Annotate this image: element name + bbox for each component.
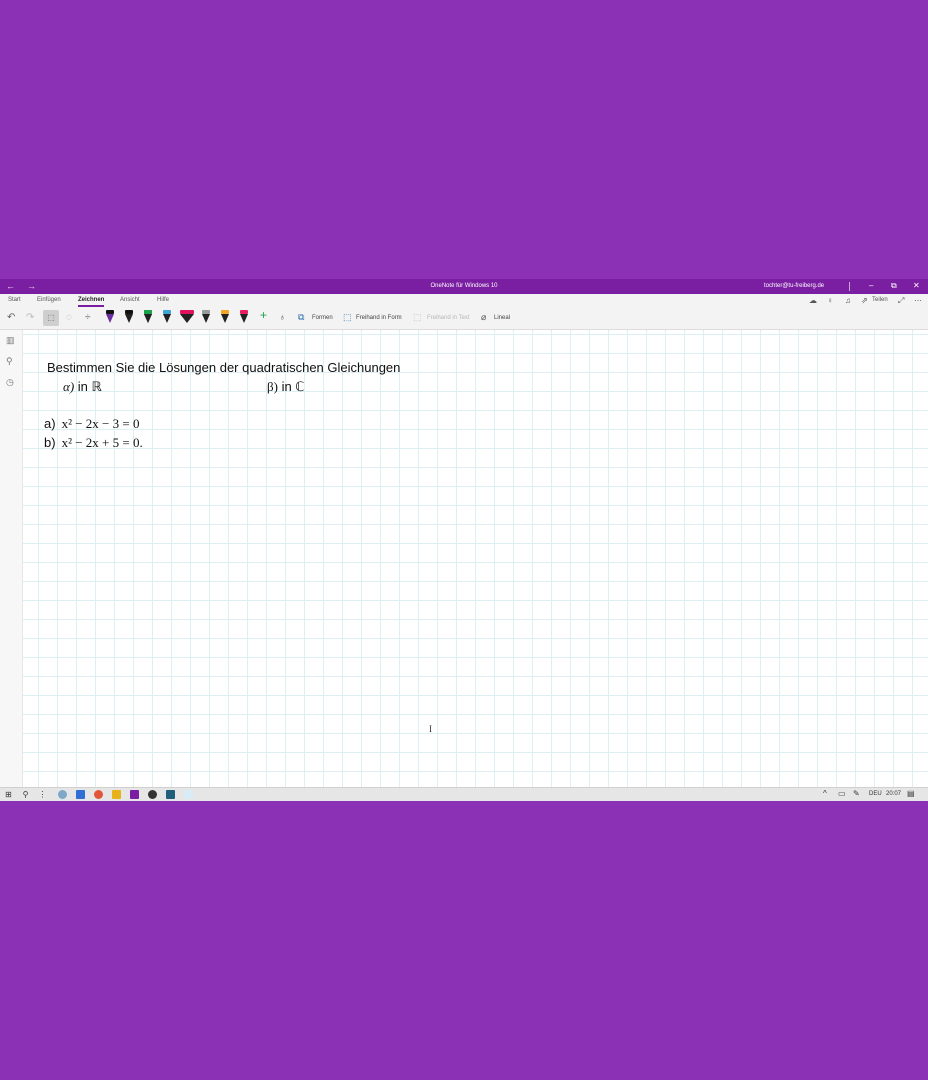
title-separator <box>849 282 850 291</box>
draw-toolbar: ↶ ↷ ⬚ ◌ ÷ + ♁ ⧉ Formen ⬚ Freihand in For… <box>0 307 928 330</box>
option-beta-symbol: β) <box>267 379 278 394</box>
app-icon-5[interactable] <box>184 790 193 799</box>
lasso-select-icon[interactable]: ⬚ <box>43 310 59 326</box>
pen-green[interactable] <box>144 310 152 325</box>
option-alpha-text: in ℝ <box>77 379 102 394</box>
option-beta-text: in ℂ <box>281 379 305 394</box>
eraser-icon[interactable]: ◌ <box>66 312 72 324</box>
app-icon-1[interactable] <box>58 790 67 799</box>
shapes-button[interactable]: Formen <box>312 315 333 321</box>
redo-icon[interactable]: ↷ <box>26 312 34 324</box>
ruler-icon[interactable]: ⌀ <box>481 312 486 322</box>
ink-replay-icon[interactable]: ♁ <box>279 312 286 322</box>
navigation-rail: ▥ ⚲ ◷ <box>0 330 23 787</box>
search-icon[interactable]: ⚲ <box>6 356 13 366</box>
ink-to-shape-button[interactable]: Freihand in Form <box>356 315 402 321</box>
onenote-window: ← → OneNote für Windows 10 tochter@tu-fr… <box>0 279 928 801</box>
equation-a-label: a) <box>44 416 56 431</box>
fullscreen-icon[interactable]: ⤢ <box>898 296 904 305</box>
windows-taskbar: ⊞ ⚲ ⋮ ^ ▭ ✎ DEU 20:07 ▤ <box>0 787 928 801</box>
ink-to-shape-icon[interactable]: ⬚ <box>343 312 352 322</box>
page-canvas[interactable]: Bestimmen Sie die Lösungen der quadratis… <box>23 330 928 787</box>
equation-b-label: b) <box>44 435 56 450</box>
clock[interactable]: 20:07 <box>886 791 901 797</box>
equation-b-expression: x² − 2x + 5 = 0. <box>61 435 143 450</box>
tab-start[interactable]: Start <box>8 297 21 303</box>
title-bar: ← → OneNote für Windows 10 tochter@tu-fr… <box>0 279 928 294</box>
notebooks-icon[interactable]: ▥ <box>6 335 15 345</box>
text-cursor-icon: I <box>429 724 432 734</box>
recent-icon[interactable]: ◷ <box>6 377 14 387</box>
notification-icon[interactable]: ▤ <box>907 789 915 798</box>
ink-to-text-icon[interactable]: ⬚ <box>413 312 422 322</box>
pen-gray[interactable] <box>202 310 210 325</box>
tray-overflow-icon[interactable]: ^ <box>823 789 827 798</box>
lightbulb-icon[interactable]: ♀ <box>827 296 833 305</box>
share-icon[interactable]: ⇗ <box>861 296 868 305</box>
tab-zeichnen[interactable]: Zeichnen <box>78 297 105 307</box>
equation-a: a) x² − 2x − 3 = 0 <box>44 416 139 432</box>
account-email[interactable]: tochter@tu-freiberg.de <box>764 283 824 289</box>
page-heading: Bestimmen Sie die Lösungen der quadratis… <box>47 360 401 375</box>
pen-magenta[interactable] <box>240 310 248 325</box>
browser-icon[interactable] <box>94 790 103 799</box>
equation-b: b) x² − 2x + 5 = 0. <box>44 435 143 451</box>
bell-icon[interactable]: ♫ <box>845 296 851 305</box>
taskbar-search-icon[interactable]: ⚲ <box>21 790 30 799</box>
highlighter-pink[interactable] <box>180 310 194 325</box>
pen-purple[interactable] <box>106 310 114 325</box>
pen-blue[interactable] <box>163 310 171 325</box>
language-indicator[interactable]: DEU <box>869 791 882 797</box>
network-icon[interactable]: ▭ <box>838 789 846 798</box>
equation-a-expression: x² − 2x − 3 = 0 <box>61 416 140 431</box>
ink-to-text-button[interactable]: Freihand in Text <box>427 315 470 321</box>
pen-yellow[interactable] <box>221 310 229 325</box>
onenote-taskbar-icon[interactable] <box>130 790 139 799</box>
close-icon[interactable]: ✕ <box>913 280 920 292</box>
add-pen-icon[interactable]: + <box>260 309 267 321</box>
option-alpha: α) in ℝ <box>63 379 102 395</box>
file-explorer-icon[interactable] <box>112 790 121 799</box>
undo-icon[interactable]: ↶ <box>7 312 15 324</box>
task-view-icon[interactable]: ⋮ <box>38 790 47 799</box>
ruler-button[interactable]: Lineal <box>494 315 510 321</box>
sync-icon[interactable]: ☁ <box>809 296 817 305</box>
pen-black[interactable] <box>125 310 133 325</box>
option-beta: β) in ℂ <box>267 379 304 395</box>
minimize-icon[interactable]: – <box>869 280 873 292</box>
option-alpha-symbol: α) <box>63 379 75 394</box>
tab-ansicht[interactable]: Ansicht <box>120 297 140 303</box>
restore-icon[interactable]: ⧉ <box>891 280 897 292</box>
more-icon[interactable]: ⋯ <box>914 296 922 305</box>
ribbon-tabs: Start Einfügen Zeichnen Ansicht Hilfe ☁ … <box>0 294 928 307</box>
shapes-icon[interactable]: ⧉ <box>298 312 304 322</box>
app-icon-4[interactable] <box>166 790 175 799</box>
pen-workspace-icon[interactable]: ✎ <box>853 789 860 798</box>
insert-space-icon[interactable]: ÷ <box>85 312 91 324</box>
tab-hilfe[interactable]: Hilfe <box>157 297 169 303</box>
windows-start-icon[interactable]: ⊞ <box>4 790 13 799</box>
tab-einfuegen[interactable]: Einfügen <box>37 297 61 303</box>
app-icon-3[interactable] <box>148 790 157 799</box>
app-icon-2[interactable] <box>76 790 85 799</box>
share-button[interactable]: Teilen <box>872 297 888 303</box>
